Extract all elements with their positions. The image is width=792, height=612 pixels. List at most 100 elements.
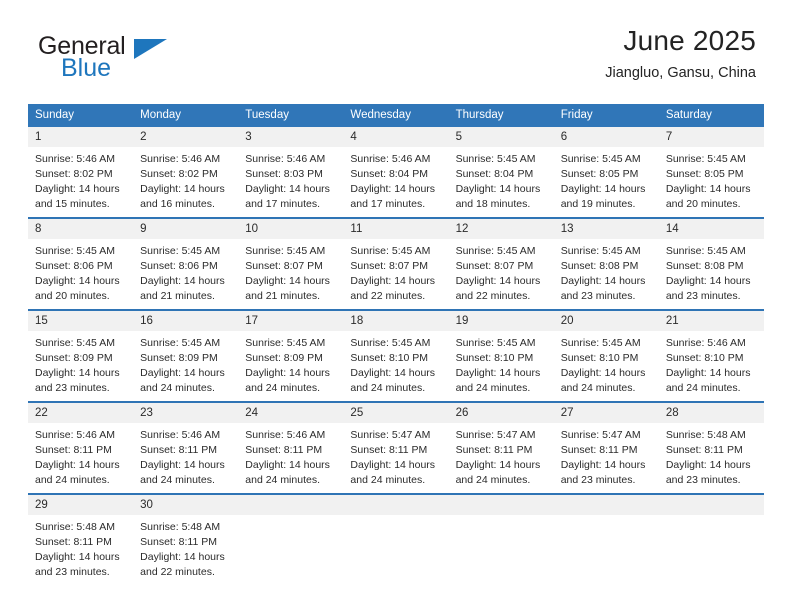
day-cell[interactable]: Sunrise: 5:46 AM Sunset: 8:11 PM Daylight:… [28,423,133,493]
day-number[interactable]: 22 [28,403,133,423]
day-cell[interactable]: Sunrise: 5:45 AM Sunset: 8:06 PM Daylight:… [28,239,133,309]
calendar-week-row: 29 30 Sunrise: 5:48 AM Sunset: 8:11 PM Dayli… [28,493,764,586]
day-number[interactable]: 25 [343,403,448,423]
day-cell[interactable]: Sunrise: 5:47 AM Sunset: 8:11 PM Daylight:… [449,423,554,493]
day-number[interactable]: 12 [449,219,554,239]
day-number[interactable]: 23 [133,403,238,423]
day-daylight2-text: and 24 minutes. [560,382,636,395]
day-number[interactable]: 18 [343,311,448,331]
day-number[interactable]: 26 [449,403,554,423]
day-cell[interactable]: Sunrise: 5:45 AM Sunset: 8:10 PM Daylight:… [449,331,554,401]
day-cell[interactable]: Sunrise: 5:46 AM Sunset: 8:11 PM Daylight:… [133,423,238,493]
weekday-header-tuesday: Tuesday [245,109,289,121]
day-cell[interactable]: Sunrise: 5:46 AM Sunset: 8:10 PM Daylight:… [659,331,764,401]
calendar-week-row: 1 2 3 4 5 6 7 Sunrise: 5:46 AM Sunset: 8:02 PM Da… [28,127,764,218]
day-cell[interactable]: Sunrise: 5:46 AM Sunset: 8:02 PM Daylight:… [28,147,133,217]
day-number[interactable]: 14 [659,219,764,239]
day-number[interactable]: 10 [238,219,343,239]
day-number[interactable]: 19 [449,311,554,331]
day-sunset-text: Sunset: 8:07 PM [455,260,534,273]
day-number[interactable]: 8 [28,219,133,239]
day-cell[interactable]: Sunrise: 5:47 AM Sunset: 8:11 PM Daylight:… [343,423,448,493]
day-number [449,495,554,515]
day-number[interactable]: 5 [449,127,554,147]
day-cell[interactable]: Sunrise: 5:45 AM Sunset: 8:04 PM Daylight:… [449,147,554,217]
day-number[interactable]: 4 [343,127,448,147]
day-cell[interactable]: Sunrise: 5:45 AM Sunset: 8:05 PM Daylight:… [659,147,764,217]
day-cell[interactable]: Sunrise: 5:45 AM Sunset: 8:09 PM Daylight:… [238,331,343,401]
day-number[interactable]: 6 [554,127,659,147]
day-cell[interactable]: Sunrise: 5:45 AM Sunset: 8:07 PM Daylight:… [343,239,448,309]
day-sunrise-text: Sunrise: 5:45 AM [665,245,746,258]
day-daylight1-text: Daylight: 14 hours [455,183,541,196]
day-sunset-text: Sunset: 8:07 PM [245,260,323,273]
location-subtitle: Jiangluo, Gansu, China [605,64,756,81]
day-sunset-text: Sunset: 8:07 PM [350,260,429,273]
day-sunset-text: Sunset: 8:08 PM [665,260,744,273]
day-daylight2-text: and 23 minutes. [35,566,110,579]
general-blue-logo[interactable]: General Blue [38,34,218,86]
day-daylight1-text: Daylight: 14 hours [560,367,646,380]
day-sunset-text: Sunset: 8:10 PM [350,352,429,365]
day-cell[interactable]: Sunrise: 5:45 AM Sunset: 8:08 PM Daylight:… [554,239,659,309]
day-daylight1-text: Daylight: 14 hours [35,275,120,288]
day-cell[interactable]: Sunrise: 5:46 AM Sunset: 8:11 PM Daylight:… [238,423,343,493]
day-sunset-text: Sunset: 8:06 PM [35,260,113,273]
calendar-week-row: 15 16 17 18 19 20 21 Sunrise: 5:45 AM Sunset: 8:… [28,309,764,402]
day-cell[interactable]: Sunrise: 5:45 AM Sunset: 8:07 PM Daylight:… [238,239,343,309]
day-daylight1-text: Daylight: 14 hours [455,367,541,380]
day-number[interactable]: 24 [238,403,343,423]
day-cell[interactable]: Sunrise: 5:45 AM Sunset: 8:09 PM Daylight:… [133,331,238,401]
day-sunrise-text: Sunrise: 5:47 AM [560,429,641,442]
day-cell[interactable]: Sunrise: 5:48 AM Sunset: 8:11 PM Daylight:… [28,515,133,585]
day-cell[interactable]: Sunrise: 5:45 AM Sunset: 8:05 PM Daylight:… [554,147,659,217]
day-cell[interactable]: Sunrise: 5:45 AM Sunset: 8:10 PM Daylight:… [554,331,659,401]
day-cell[interactable]: Sunrise: 5:45 AM Sunset: 8:10 PM Daylight:… [343,331,448,401]
day-number[interactable]: 9 [133,219,238,239]
day-number[interactable]: 15 [28,311,133,331]
day-number[interactable]: 11 [343,219,448,239]
day-cell[interactable]: Sunrise: 5:46 AM Sunset: 8:02 PM Daylight:… [133,147,238,217]
day-cell[interactable]: Sunrise: 5:45 AM Sunset: 8:09 PM Daylight:… [28,331,133,401]
day-cell[interactable]: Sunrise: 5:46 AM Sunset: 8:03 PM Daylight:… [238,147,343,217]
day-number[interactable]: 1 [28,127,133,147]
day-sunrise-text: Sunrise: 5:46 AM [35,429,115,442]
page-title: June 2025 [623,25,756,56]
day-sunset-text: Sunset: 8:03 PM [245,168,323,181]
day-daylight1-text: Daylight: 14 hours [665,183,751,196]
day-number [238,495,343,515]
day-daylight1-text: Daylight: 14 hours [560,183,646,196]
day-number[interactable]: 20 [554,311,659,331]
day-cell[interactable]: Sunrise: 5:48 AM Sunset: 8:11 PM Daylight:… [659,423,764,493]
day-number[interactable]: 2 [133,127,238,147]
day-sunrise-text: Sunrise: 5:45 AM [350,337,431,350]
day-number[interactable]: 13 [554,219,659,239]
day-daylight2-text: and 21 minutes. [245,290,320,303]
day-number[interactable]: 7 [659,127,764,147]
week-detail-band: Sunrise: 5:45 AM Sunset: 8:06 PM Daylight:… [28,239,764,310]
day-cell[interactable]: Sunrise: 5:45 AM Sunset: 8:08 PM Daylight:… [659,239,764,309]
day-daylight2-text: and 16 minutes. [140,198,215,211]
day-cell[interactable]: Sunrise: 5:45 AM Sunset: 8:07 PM Daylight:… [449,239,554,309]
day-sunset-text: Sunset: 8:11 PM [665,444,743,457]
day-sunrise-text: Sunrise: 5:45 AM [665,153,746,166]
day-sunset-text: Sunset: 8:11 PM [455,444,533,457]
day-sunrise-text: Sunrise: 5:45 AM [455,337,536,350]
week-daynumber-band: 1234567 [28,127,764,148]
day-number[interactable]: 29 [28,495,133,515]
day-number[interactable]: 27 [554,403,659,423]
day-number[interactable]: 3 [238,127,343,147]
day-cell[interactable]: Sunrise: 5:48 AM Sunset: 8:11 PM Daylight:… [133,515,238,585]
day-cell[interactable]: Sunrise: 5:45 AM Sunset: 8:06 PM Daylight:… [133,239,238,309]
day-number[interactable]: 28 [659,403,764,423]
day-number[interactable]: 17 [238,311,343,331]
day-number[interactable]: 21 [659,311,764,331]
day-cell[interactable]: Sunrise: 5:46 AM Sunset: 8:04 PM Daylight:… [343,147,448,217]
day-number[interactable]: 16 [133,311,238,331]
logo-text-blue: Blue [61,54,112,82]
day-number[interactable]: 30 [133,495,238,515]
day-daylight2-text: and 22 minutes. [140,566,215,579]
week-daynumber-band: 29 30 [28,495,764,516]
day-cell[interactable]: Sunrise: 5:47 AM Sunset: 8:11 PM Daylight:… [554,423,659,493]
day-daylight2-text: and 24 minutes. [455,382,531,395]
